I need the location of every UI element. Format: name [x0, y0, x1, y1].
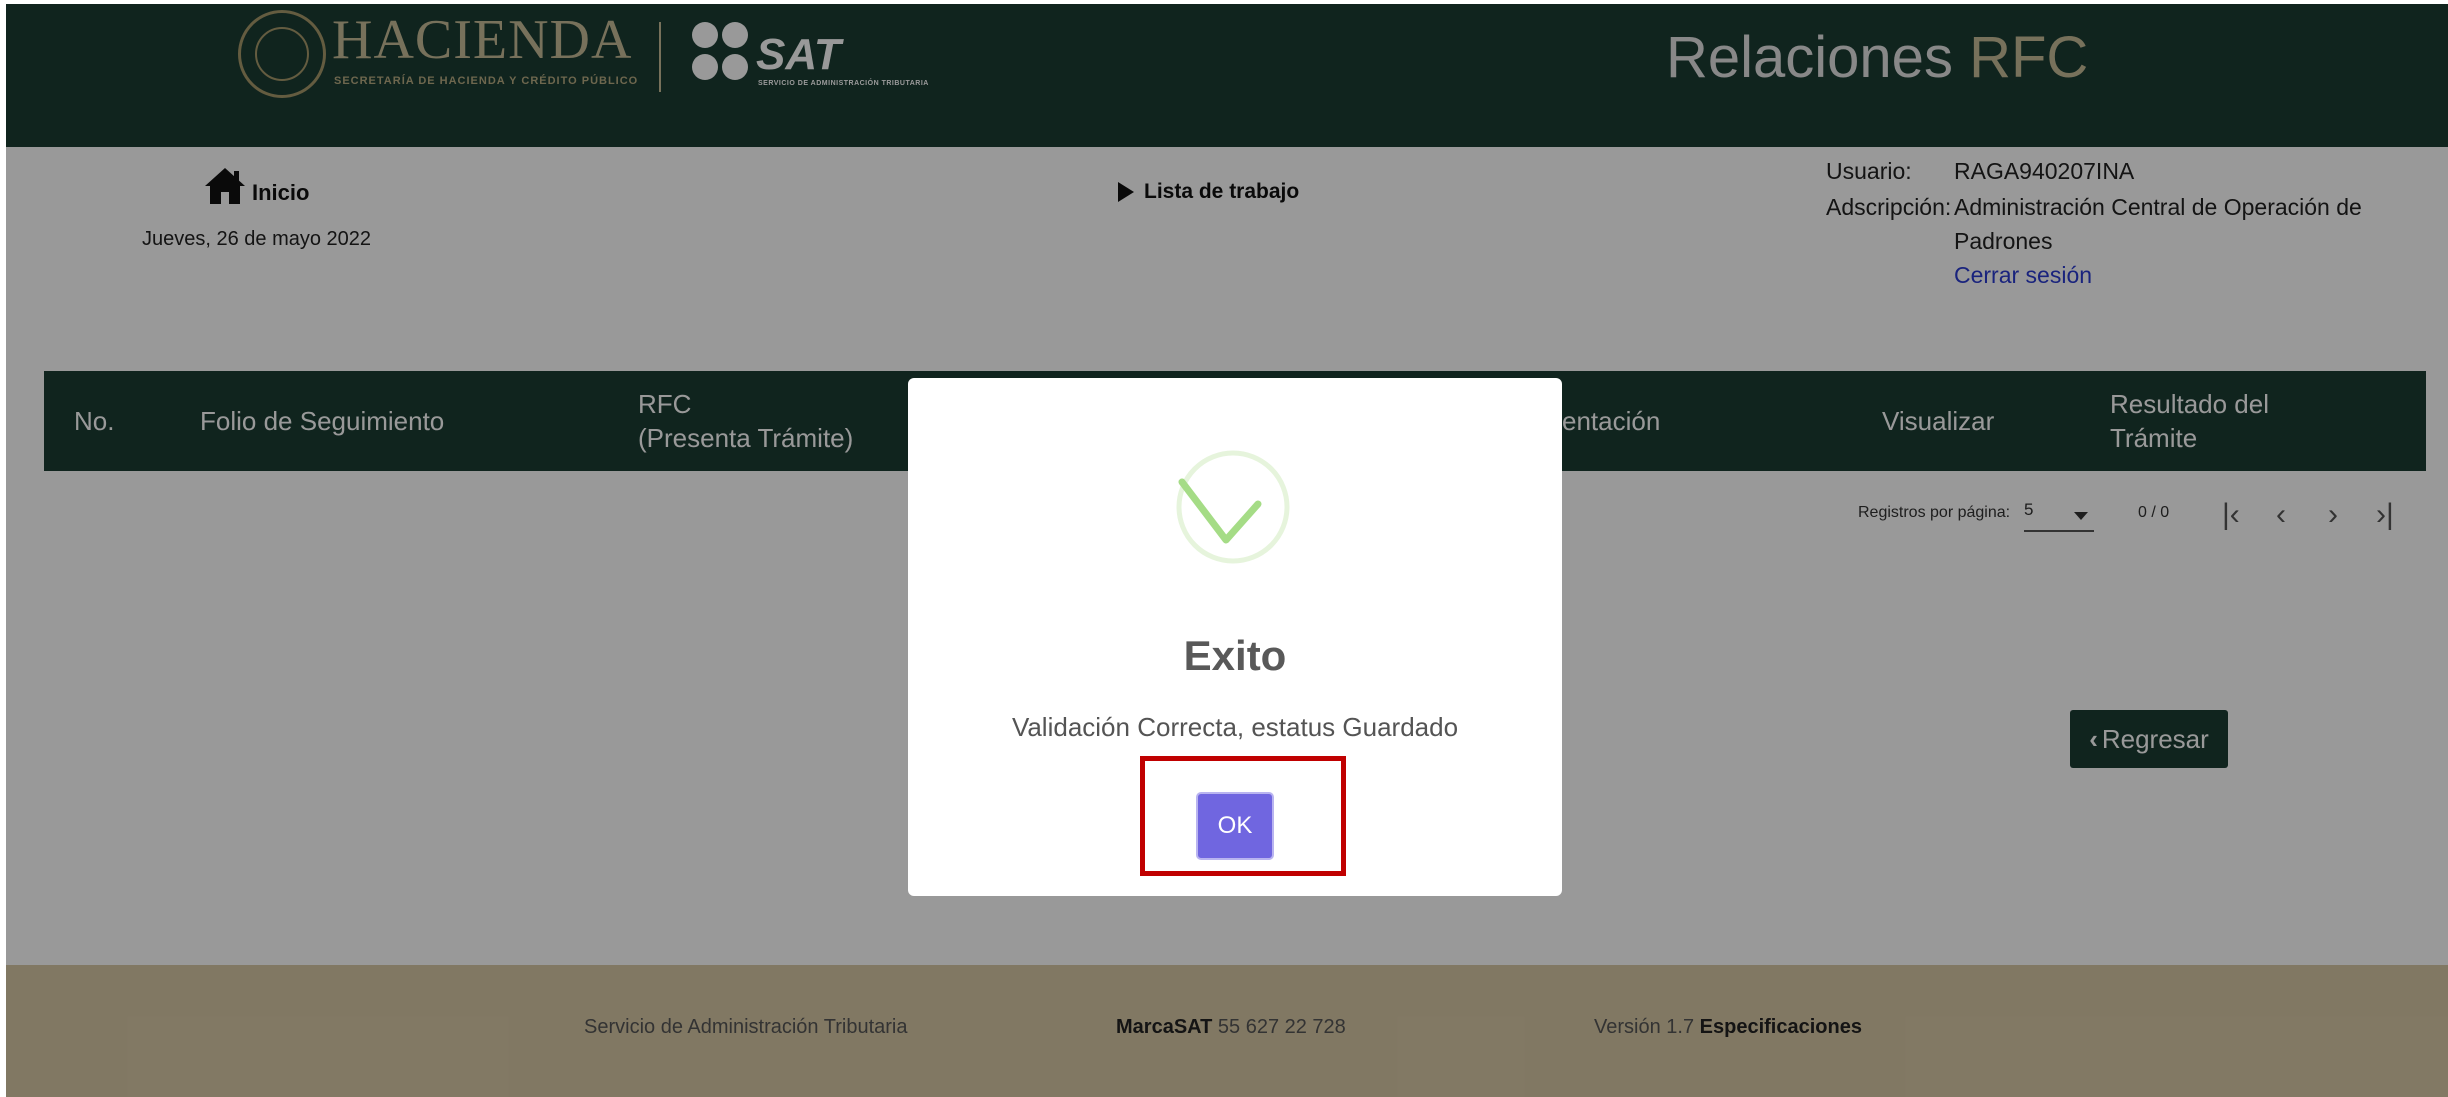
success-check-icon — [1176, 450, 1290, 564]
success-dialog: Exito Validación Correcta, estatus Guard… — [908, 378, 1562, 896]
dialog-message: Validación Correcta, estatus Guardado — [1011, 712, 1459, 742]
page: HACIENDA SECRETARÍA DE HACIENDA Y CRÉDIT… — [6, 4, 2448, 1097]
ok-button[interactable]: OK — [1196, 792, 1274, 860]
dialog-title: Exito — [1183, 632, 1287, 679]
